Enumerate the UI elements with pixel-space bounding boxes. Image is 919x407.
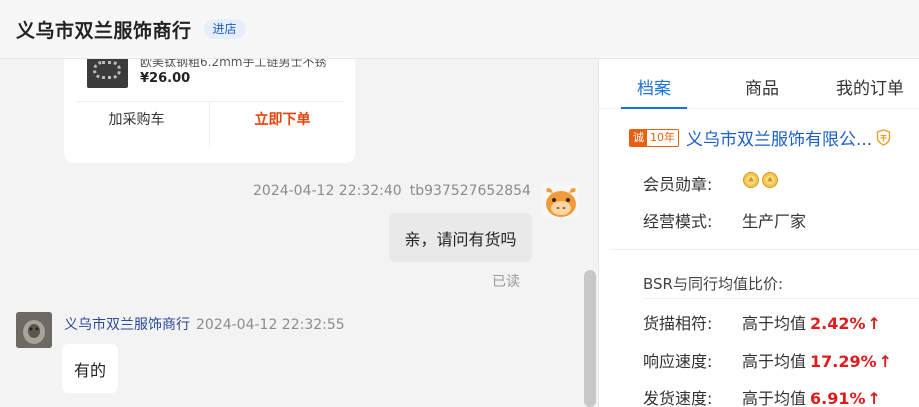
metric-percent: 6.91% xyxy=(810,389,866,407)
chengxin-badge: 诚 10年 xyxy=(629,128,679,147)
shield-icon xyxy=(877,129,891,146)
badge-char: 诚 xyxy=(630,129,647,146)
outgoing-message-bubble[interactable]: 亲，请问有货吗 xyxy=(389,213,532,262)
product-thumbnail[interactable] xyxy=(87,59,128,88)
metric-label: 响应速度: xyxy=(643,352,713,371)
read-status: 已读 xyxy=(492,274,520,290)
company-row: 诚 10年 义乌市双兰服饰有限公... xyxy=(629,125,891,150)
chat-messages[interactable]: 欧美钛钢粗6.2mm手工链男士不锈 ¥26.00 加采购车 立即下单 2024-… xyxy=(0,59,598,407)
arrow-up-icon: ↑ xyxy=(878,352,893,371)
arrow-up-icon: ↑ xyxy=(867,314,881,333)
arrow-up-icon: ↑ xyxy=(867,389,881,407)
metric-label: 货描相符: xyxy=(643,314,713,333)
seller-avatar[interactable] xyxy=(16,312,52,348)
buyer-avatar[interactable] xyxy=(543,182,579,218)
badge-years: 10年 xyxy=(647,129,678,146)
metric-percent: 17.29% xyxy=(810,352,877,371)
incoming-message-bubble[interactable]: 有的 xyxy=(62,344,118,393)
bsr-title: BSR与同行均值比价: xyxy=(643,275,784,293)
metric-percent: 2.42% xyxy=(810,314,866,333)
member-medals xyxy=(742,171,779,189)
outgoing-message-meta: 2024-04-12 22:32:40 tb937527652854 xyxy=(253,183,531,199)
metric-label: 发货速度: xyxy=(643,389,713,407)
message-sender[interactable]: 义乌市双兰服饰商行 xyxy=(64,317,190,333)
member-medal-label: 会员勋章: xyxy=(643,175,713,194)
sender-user-id: tb937527652854 xyxy=(409,183,531,199)
chat-header: 义乌市双兰服饰商行 进店 xyxy=(0,0,919,59)
order-now-button[interactable]: 立即下单 xyxy=(210,109,355,129)
enter-shop-button[interactable]: 进店 xyxy=(203,19,246,39)
metric-prefix: 高于均值 xyxy=(742,352,807,371)
panel-tabs: 档案 商品 我的订单 xyxy=(599,59,919,109)
add-to-cart-button[interactable]: 加采购车 xyxy=(64,109,209,129)
business-mode-label: 经营模式: xyxy=(643,212,713,231)
shop-info-panel: 档案 商品 我的订单 诚 10年 义乌市双兰服饰有限公... 会员勋章: 经营模式… xyxy=(598,59,919,407)
bsr-divider xyxy=(643,298,919,299)
tab-my-orders[interactable]: 我的订单 xyxy=(836,74,904,99)
active-tab-indicator xyxy=(621,107,687,109)
business-mode-value: 生产厂家 xyxy=(742,212,807,231)
chat-scrollbar[interactable] xyxy=(584,270,596,407)
medal-icon xyxy=(762,172,778,188)
tab-profile[interactable]: 档案 xyxy=(637,74,671,99)
medal-icon xyxy=(743,172,759,188)
product-title: 欧美钛钢粗6.2mm手工链男士不锈 xyxy=(140,59,327,69)
shop-title: 义乌市双兰服饰商行 xyxy=(16,19,192,42)
metric-prefix: 高于均值 xyxy=(742,314,807,333)
message-timestamp: 2024-04-12 22:32:55 xyxy=(196,317,345,333)
message-timestamp: 2024-04-12 22:32:40 xyxy=(253,183,402,199)
product-price: ¥26.00 xyxy=(140,71,191,86)
tab-products[interactable]: 商品 xyxy=(745,74,779,99)
metric-value: 高于均值 2.42% ↑ xyxy=(742,310,881,334)
product-card[interactable]: 欧美钛钢粗6.2mm手工链男士不锈 ¥26.00 加采购车 立即下单 xyxy=(64,59,355,163)
panel-divider xyxy=(611,249,919,250)
metric-value: 高于均值 17.29% ↑ xyxy=(742,348,892,372)
metric-prefix: 高于均值 xyxy=(742,389,807,407)
company-name-link[interactable]: 义乌市双兰服饰有限公... xyxy=(686,125,872,150)
incoming-message-meta: 义乌市双兰服饰商行 2024-04-12 22:32:55 xyxy=(64,314,345,334)
metric-value: 高于均值 6.91% ↑ xyxy=(742,385,881,407)
